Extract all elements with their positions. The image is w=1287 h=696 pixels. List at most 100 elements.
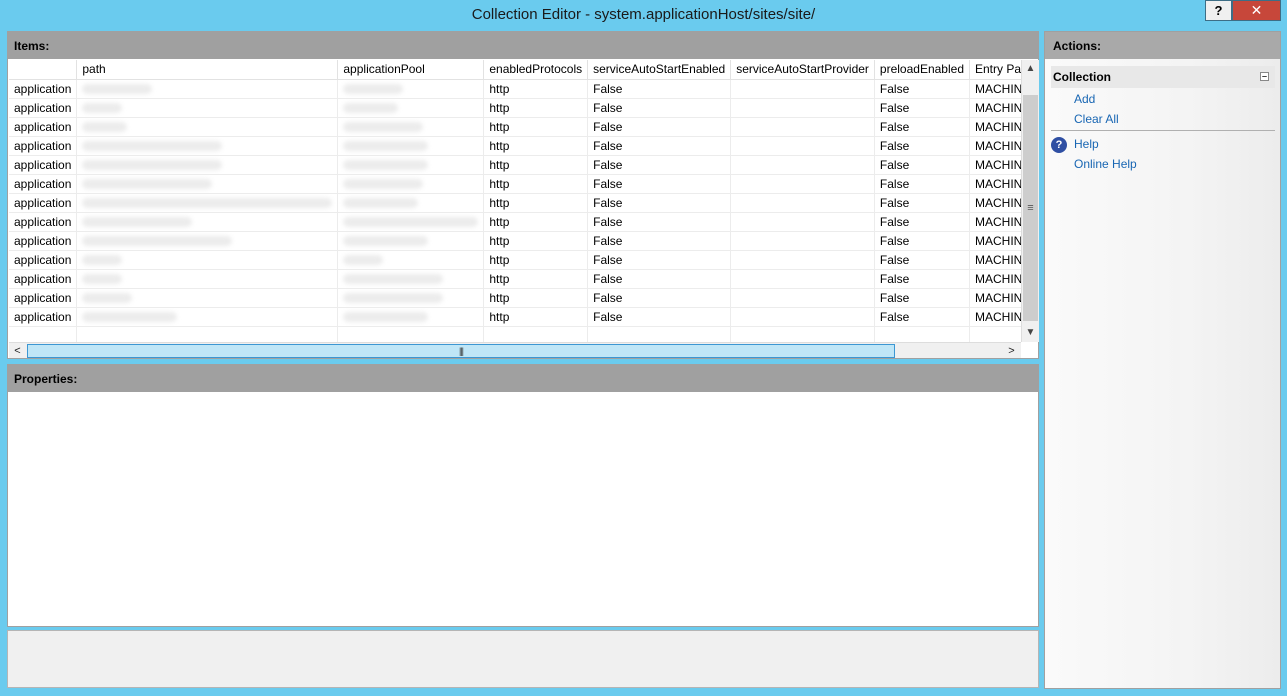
table-cell: False [587,98,732,118]
title-bar[interactable]: Collection Editor - system.applicationHo… [0,0,1287,31]
table-cell: application [9,212,78,232]
column-header[interactable]: applicationPool [337,60,485,80]
table-cell: False [587,79,732,99]
table-cell: application [9,117,78,137]
redacted-value [82,141,223,152]
table-cell [76,250,339,270]
redacted-value [343,236,429,247]
column-header[interactable] [9,60,78,80]
table-cell: False [874,117,971,137]
column-header[interactable]: enabledProtocols [483,60,589,80]
table-row[interactable]: applicationhttpFalseFalseMACHINE [9,193,1021,213]
table-cell [76,288,339,308]
table-row[interactable]: applicationhttpFalseFalseMACHINE [9,269,1021,289]
items-body: applicationhttpFalseFalseMACHINEapplicat… [9,79,1021,342]
table-cell [337,193,485,213]
table-cell [337,250,485,270]
table-row[interactable]: applicationhttpFalseFalseMACHINE [9,174,1021,194]
collapse-icon[interactable]: – [1260,72,1269,81]
redacted-value [82,274,123,285]
table-row[interactable]: applicationhttpFalseFalseMACHINE [9,231,1021,251]
redacted-value [82,236,233,247]
table-row[interactable]: applicationhttpFalseFalseMACHINE [9,250,1021,270]
table-cell: MACHINE [969,193,1021,213]
table-cell: http [483,117,589,137]
table-cell: False [587,136,732,156]
table-cell [76,307,339,327]
table-row[interactable]: applicationhttpFalseFalseMACHINE [9,155,1021,175]
clear-all-link[interactable]: Clear All [1074,112,1119,126]
scroll-down-icon[interactable]: ▼ [1022,324,1039,341]
table-row[interactable]: applicationhttpFalseFalseMACHINE [9,288,1021,308]
table-cell: application [9,307,78,327]
help-button[interactable]: ? [1205,0,1232,21]
table-cell [76,136,339,156]
table-row[interactable]: applicationhttpFalseFalseMACHINE [9,79,1021,99]
table-row[interactable]: applicationhttpFalseFalseMACHINE [9,307,1021,327]
table-cell: http [483,79,589,99]
table-cell: http [483,269,589,289]
table-cell: MACHINE [969,174,1021,194]
table-cell: http [483,231,589,251]
redacted-value [343,141,429,152]
horizontal-scroll-thumb[interactable]: ||| [27,344,895,358]
table-cell: False [587,250,732,270]
column-header[interactable]: preloadEnabled [874,60,971,80]
table-cell [76,79,339,99]
table-cell [730,174,875,194]
scroll-up-icon[interactable]: ▲ [1022,60,1039,77]
table-cell [730,288,875,308]
table-cell: http [483,212,589,232]
table-cell: False [587,288,732,308]
table-cell: False [874,155,971,175]
vertical-scrollbar[interactable]: ▲ ≡ ▼ [1021,60,1039,342]
table-cell [337,307,485,327]
table-cell [337,136,485,156]
table-cell [337,269,485,289]
table-cell [76,231,339,251]
table-cell [337,212,485,232]
items-grid[interactable]: path applicationPool enabledProtocols servi… [9,60,1021,342]
scroll-right-icon[interactable]: > [1003,343,1020,358]
table-cell: http [483,288,589,308]
table-cell: application [9,231,78,251]
table-cell: application [9,269,78,289]
table-cell: False [874,307,971,327]
table-cell: False [874,193,971,213]
close-button[interactable]: ✕ [1232,0,1281,21]
table-cell: application [9,79,78,99]
table-cell: False [587,307,732,327]
column-header[interactable]: Entry Path [969,60,1021,80]
column-header[interactable]: serviceAutoStartProvider [730,60,875,80]
table-row[interactable]: applicationhttpFalseFalseMACHINE [9,117,1021,137]
column-header[interactable]: path [76,60,339,80]
help-link[interactable]: Help [1074,137,1099,151]
table-cell: False [874,136,971,156]
add-link[interactable]: Add [1074,92,1095,106]
online-help-link[interactable]: Online Help [1074,157,1137,171]
actions-header: Actions: [1045,32,1280,59]
table-cell [730,326,875,342]
table-cell [730,269,875,289]
scroll-left-icon[interactable]: < [9,343,26,358]
table-cell: MACHINE [969,307,1021,327]
table-row[interactable]: applicationhttpFalseFalseMACHINE [9,98,1021,118]
items-header: Items: [8,32,1038,59]
table-row[interactable]: applicationhttpFalseFalseMACHINE [9,136,1021,156]
divider [1051,130,1275,131]
table-cell: http [483,307,589,327]
vertical-scroll-thumb[interactable]: ≡ [1023,95,1038,321]
table-cell [874,326,971,342]
horizontal-scrollbar[interactable]: < ||| > [9,342,1021,358]
table-cell [337,79,485,99]
table-row[interactable]: applicationhttpFalseFalseMACHINE [9,212,1021,232]
collection-group-header[interactable]: Collection – [1051,66,1275,88]
table-cell: MACHINE [969,212,1021,232]
redacted-value [82,312,178,323]
column-header[interactable]: serviceAutoStartEnabled [587,60,732,80]
table-cell [730,155,875,175]
table-cell: MACHINE [969,231,1021,251]
redacted-value [82,179,213,190]
table-cell [76,117,339,137]
table-cell [730,117,875,137]
